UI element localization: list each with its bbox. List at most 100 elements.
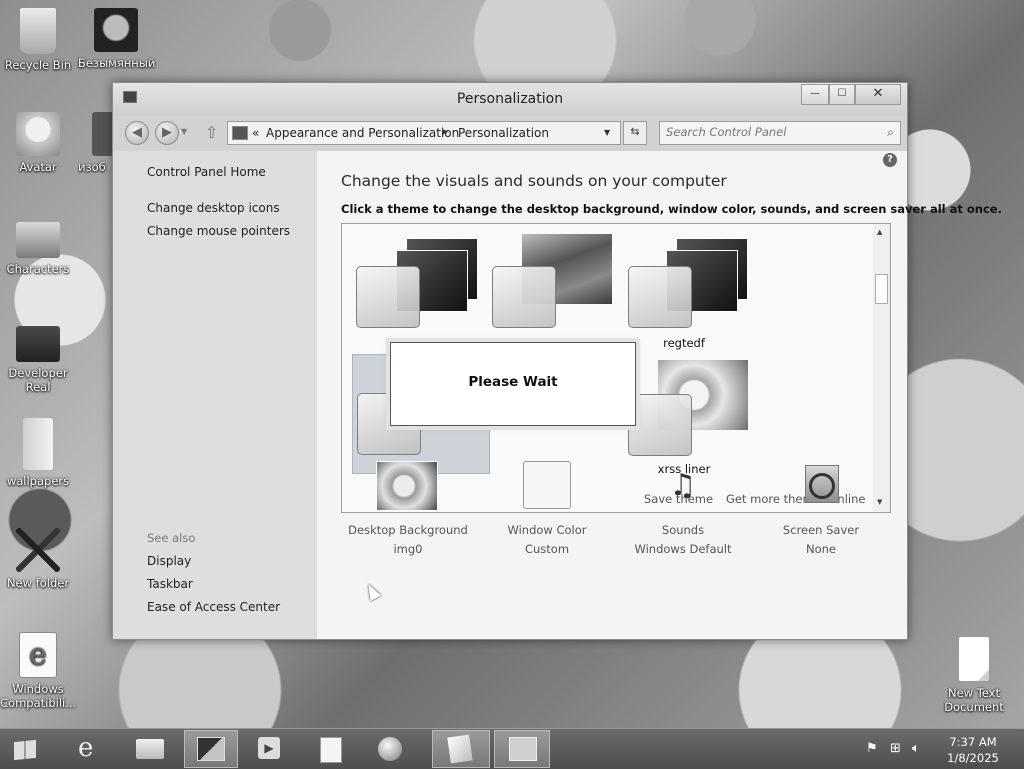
change-desktop-icons-link[interactable]: Change desktop icons (147, 201, 280, 215)
maximize-button[interactable]: ☐ (829, 84, 855, 105)
desktop-icon-label: New Text Document (944, 686, 1004, 714)
taskbar-personalization[interactable] (184, 730, 238, 768)
theme-window-color-swatch (356, 266, 420, 328)
desktop-icon-developer-real[interactable]: Developer Real (0, 326, 76, 394)
volume-icon[interactable]: 🔈︎ (912, 741, 920, 756)
taskbar-app[interactable] (364, 731, 416, 767)
desktop-icon-label: Characters (6, 262, 70, 276)
theme-window-color-swatch (628, 394, 692, 456)
please-wait-text: Please Wait (468, 374, 558, 390)
taskbar-document-viewer[interactable] (304, 731, 356, 767)
document-icon (320, 737, 342, 763)
scrollbar-thumb[interactable] (875, 274, 888, 304)
refresh-button[interactable]: ⇆ (623, 121, 647, 145)
search-input[interactable] (666, 124, 872, 140)
desktop-icon-image-2[interactable]: изоб (78, 112, 114, 174)
desktop-icon-new-folder[interactable]: New folder (0, 528, 76, 590)
back-button[interactable]: ◀ (125, 121, 149, 145)
desktop-icon-label: Windows Compatibili... (0, 682, 77, 710)
window-color-button[interactable]: Window Color Custom (482, 461, 612, 556)
taskbar: e ▶ ⚑ ⊞ 🔈︎ 7:37 AM 1/8/2025 (0, 728, 1024, 769)
desktop-background-icon (376, 461, 438, 513)
folder-avatar-icon (16, 112, 60, 156)
close-button[interactable]: ✕ (855, 84, 901, 105)
theme-item[interactable]: xrss liner (624, 354, 760, 476)
search-box[interactable]: ⌕ (659, 121, 901, 145)
window-color-label: Window Color (507, 523, 587, 537)
internet-explorer-icon: e (19, 632, 57, 678)
folder-characters-icon (16, 222, 60, 258)
breadcrumb-personalization[interactable]: Personalization (458, 126, 549, 140)
desktop-icon-image[interactable]: Безымянный (78, 8, 155, 70)
network-icon[interactable]: ⊞ (890, 741, 901, 756)
theme-item[interactable] (352, 232, 488, 350)
breadcrumb-appearance[interactable]: Appearance and Personalization (266, 126, 459, 140)
navigation-bar: ◀ ▶ ▼ ⇧ « Appearance and Personalization… (113, 115, 907, 151)
sounds-label: Sounds (661, 523, 705, 537)
page-title: Change the visuals and sounds on your co… (341, 172, 727, 190)
see-also-title: See also (147, 531, 196, 545)
app-globe-icon (378, 737, 402, 761)
desktop-icon-recycle-bin[interactable]: Recycle Bin (0, 8, 76, 72)
internet-explorer-icon: e (78, 733, 94, 763)
recent-locations-chevron-icon[interactable]: ▼ (181, 127, 187, 136)
desktop-icon-label: wallpapers (6, 474, 70, 488)
desktop-icon-characters[interactable]: Characters (0, 222, 76, 276)
screen-saver-button[interactable]: Screen Saver None (756, 461, 886, 556)
desktop-icon-label: New folder (6, 576, 70, 590)
start-button[interactable] (0, 731, 50, 767)
help-button[interactable]: ? (883, 153, 897, 167)
minimize-button[interactable]: — (801, 84, 829, 105)
taskbar-control-panel[interactable] (494, 730, 550, 768)
image-file-icon (92, 112, 114, 156)
page-subtitle: Click a theme to change the desktop back… (341, 202, 1002, 216)
arrow-up-icon: ⇧ (205, 123, 219, 142)
title-bar[interactable]: Personalization — ☐ ✕ (113, 83, 907, 115)
desktop-icon-new-text-document[interactable]: New Text Document (936, 636, 1012, 714)
window-title: Personalization (456, 91, 564, 107)
clock-date: 1/8/2025 (947, 751, 999, 765)
taskbar-notepad[interactable] (432, 730, 490, 768)
windows-logo-icon (14, 739, 36, 761)
theme-item[interactable]: regtedf (624, 232, 760, 350)
help-icon: ? (887, 154, 893, 165)
action-center-flag-icon[interactable]: ⚑ (866, 741, 878, 756)
desktop-icon-label: Avatar (19, 160, 57, 174)
forward-button[interactable]: ▶ (155, 121, 179, 145)
taskbar-link[interactable]: Taskbar (147, 577, 193, 591)
address-dropdown-icon[interactable]: ▼ (604, 128, 610, 137)
breadcrumb-arrow-icon: ▶ (442, 127, 449, 136)
address-bar[interactable]: « Appearance and Personalization ▶ Perso… (227, 121, 621, 145)
desktop-icon-label: Recycle Bin (4, 58, 72, 72)
search-icon[interactable]: ⌕ (887, 125, 894, 140)
theme-item[interactable] (488, 232, 624, 350)
folder-developer-icon (16, 326, 60, 362)
system-clock[interactable]: 7:37 AM 1/8/2025 (936, 734, 1010, 766)
control-panel-home-link[interactable]: Control Panel Home (147, 165, 266, 179)
desktop-icon-windows-compatibility[interactable]: e Windows Compatibili... (0, 632, 76, 710)
recycle-bin-icon (20, 8, 56, 54)
folder-icon (136, 739, 164, 759)
display-link[interactable]: Display (147, 554, 191, 568)
window-color-value: Custom (524, 542, 570, 556)
taskbar-internet-explorer[interactable]: e (64, 731, 116, 767)
breadcrumb-separator: « (252, 126, 260, 140)
taskbar-media-player[interactable]: ▶ (244, 731, 296, 767)
sounds-value: Windows Default (634, 542, 732, 556)
up-button[interactable]: ⇧ (205, 123, 218, 142)
scroll-up-icon[interactable]: ▲ (877, 228, 882, 236)
desktop-icon-label: Developer Real (8, 366, 68, 394)
refresh-icon: ⇆ (630, 125, 640, 138)
arrow-right-icon: ▶ (162, 125, 172, 140)
window-color-icon (519, 461, 575, 513)
desktop-icon-avatar[interactable]: Avatar (0, 112, 76, 174)
ease-of-access-center-link[interactable]: Ease of Access Center (147, 600, 280, 614)
change-mouse-pointers-link[interactable]: Change mouse pointers (147, 224, 290, 238)
desktop-background-button[interactable]: Desktop Background img0 (343, 461, 473, 556)
desktop-icon-wallpapers[interactable]: wallpapers (0, 418, 76, 488)
sounds-button[interactable]: ♫ Sounds Windows Default (618, 461, 748, 556)
notepad-icon (447, 734, 473, 764)
control-panel-icon (509, 737, 537, 761)
clock-time: 7:37 AM (949, 735, 997, 749)
taskbar-file-explorer[interactable] (124, 731, 176, 767)
